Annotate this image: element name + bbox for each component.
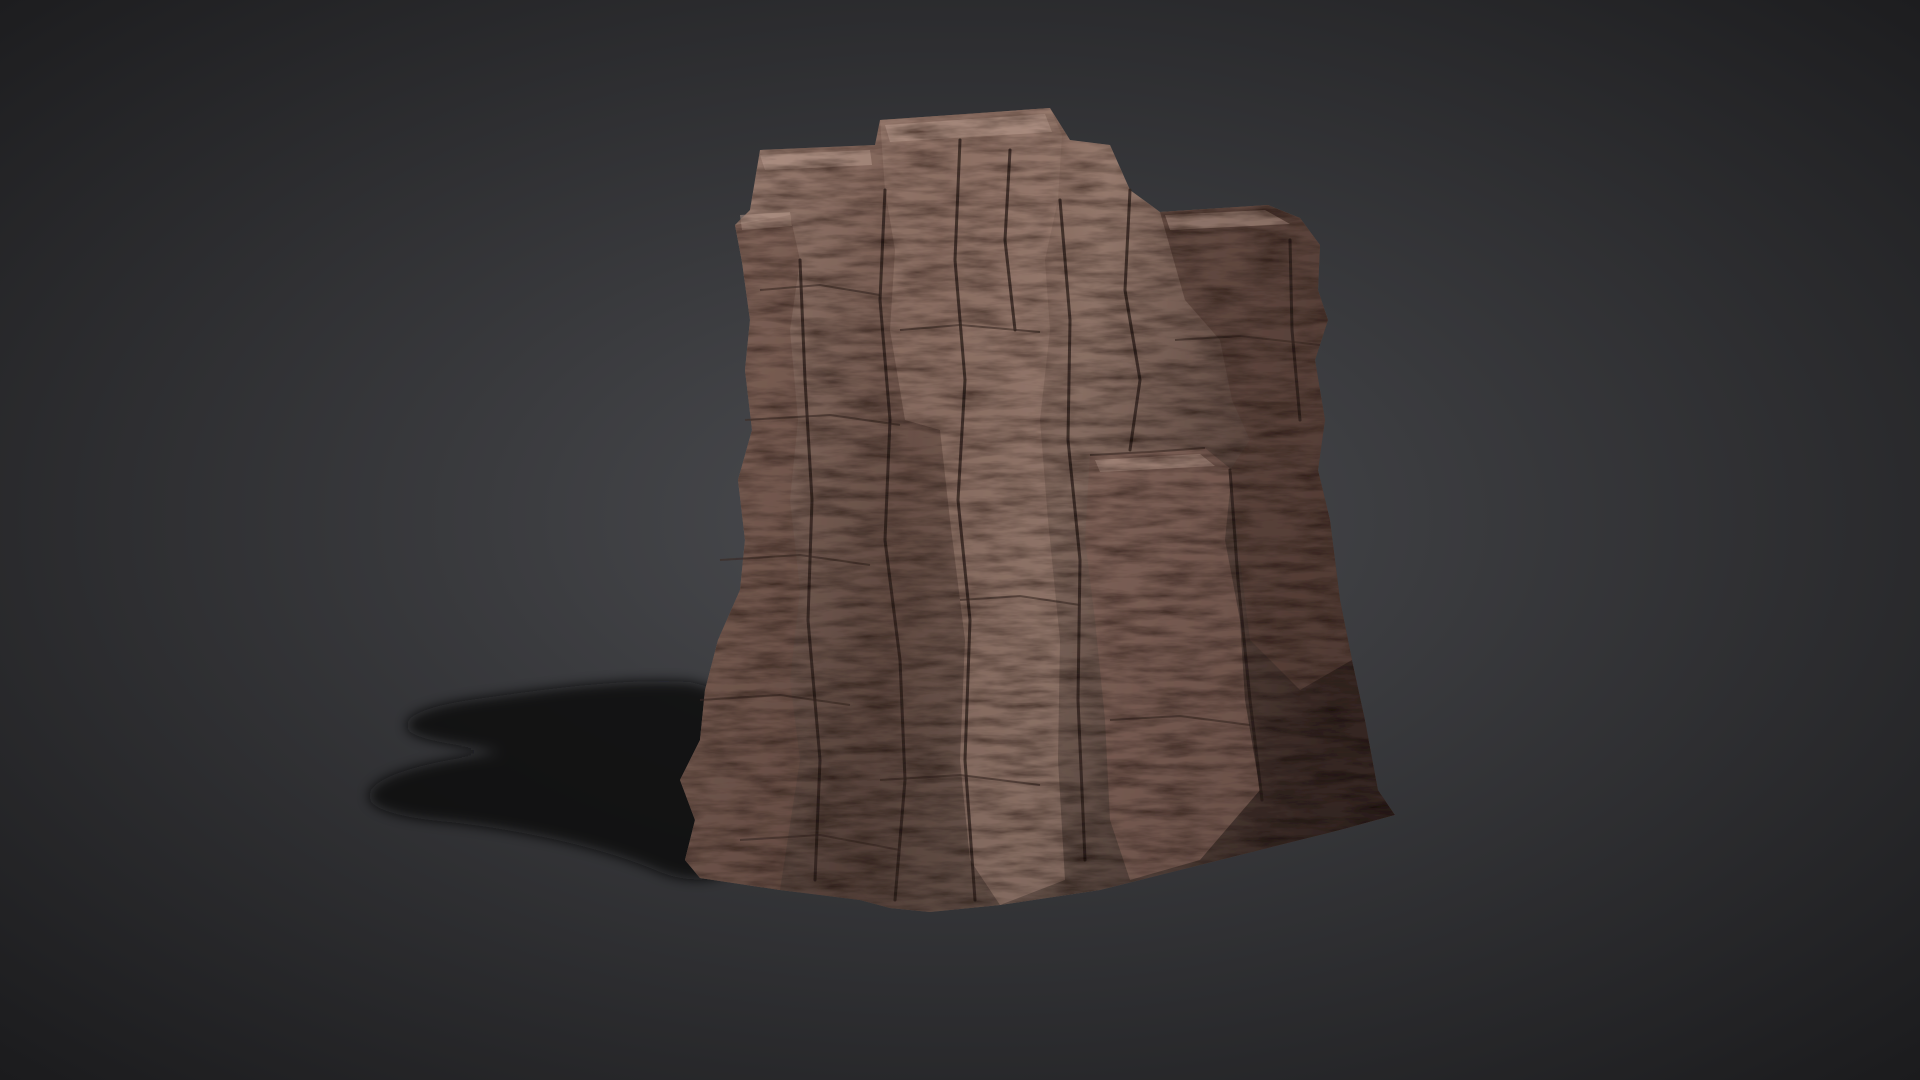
rock-pillar[interactable] [680,108,1395,912]
scene-canvas [0,0,1920,1080]
render-viewport[interactable] [0,0,1920,1080]
